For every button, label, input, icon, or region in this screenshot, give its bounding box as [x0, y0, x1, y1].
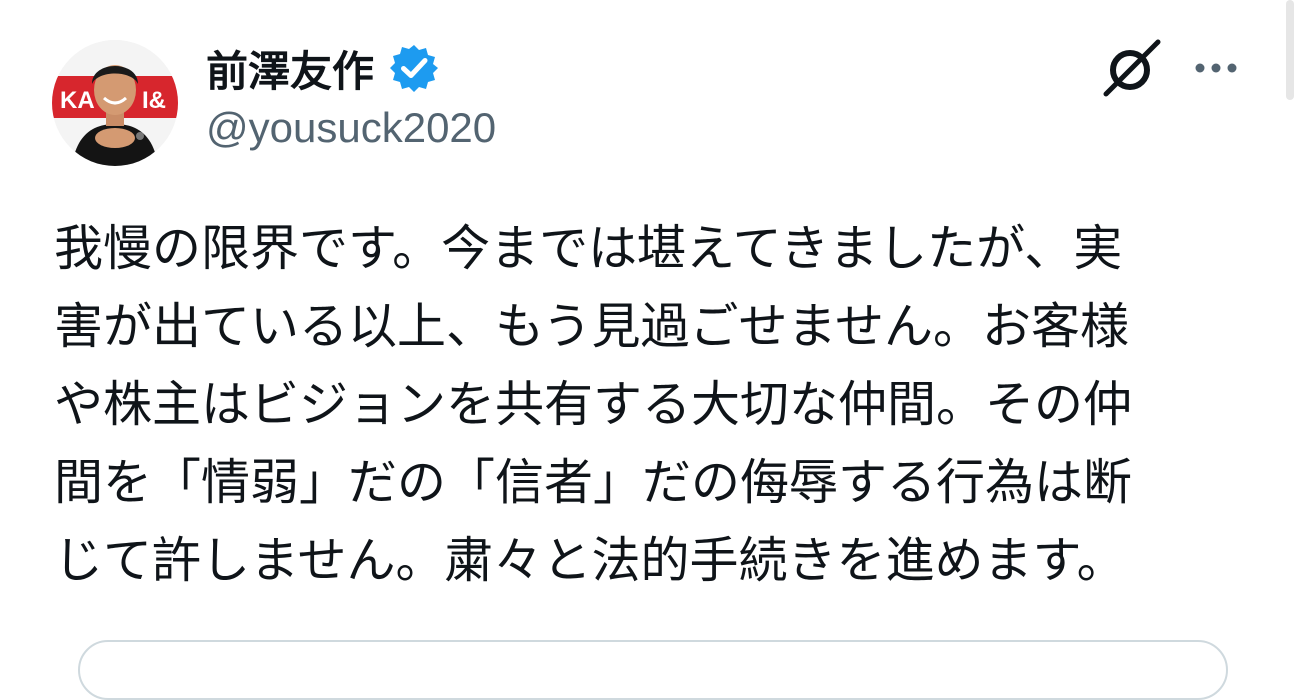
tweet-text-line: じて許しません。粛々と法的手続きを進めます。: [54, 532, 1126, 589]
avatar[interactable]: KA I&: [52, 40, 178, 166]
quote-card[interactable]: [78, 640, 1228, 700]
author-name-row: 前澤友作: [206, 38, 440, 98]
grok-button[interactable]: [1100, 36, 1164, 100]
author-handle[interactable]: @yousuck2020: [206, 104, 496, 152]
tweet-text: 我慢の限界です。今までは堪えてきましたが、実 害が出ている以上、もう見過ごせませ…: [54, 210, 1254, 600]
verified-badge-icon: [390, 45, 439, 92]
tweet-text-line: 間を「情弱」だの「信者」だの侮辱する行為は断: [54, 454, 1133, 511]
tweet-text-line: や株主はビジョンを共有する大切な仲間。その仲: [54, 376, 1133, 433]
avatar-image: KA I&: [52, 40, 178, 166]
tweet-card: KA I& 前澤友作 @yousuck2020 我慢の限界です。今までは堪えてき…: [0, 0, 1300, 700]
avatar-banner-text-right: I&: [142, 87, 166, 114]
avatar-banner-text-left: KA: [60, 87, 95, 114]
grok-icon: [1103, 39, 1161, 97]
more-icon: [1195, 63, 1237, 73]
scrollbar[interactable]: [1286, 0, 1294, 100]
tweet-text-line: 我慢の限界です。今までは堪えてきましたが、実: [54, 220, 1123, 277]
more-options-button[interactable]: [1190, 42, 1242, 94]
display-name[interactable]: 前澤友作: [206, 38, 374, 99]
tweet-text-line: 害が出ている以上、もう見過ごせません。お客様: [54, 298, 1130, 355]
